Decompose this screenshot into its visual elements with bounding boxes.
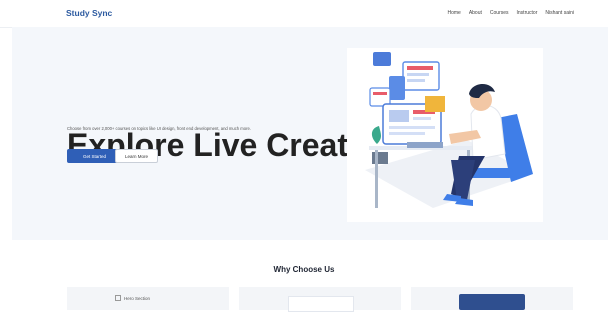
nav-link-home[interactable]: Home xyxy=(447,10,460,16)
person-at-computer-illustration xyxy=(365,52,533,208)
broken-image: Hero Section xyxy=(115,295,150,301)
brand-logo[interactable]: Study Sync xyxy=(66,8,112,18)
top-navbar: Study Sync Home About Courses Instructor… xyxy=(0,0,608,28)
nav-link-about[interactable]: About xyxy=(469,10,482,16)
why-choose-us-title: Why Choose Us xyxy=(273,265,335,274)
nav-link-profile[interactable]: Nishant saini xyxy=(545,10,574,16)
hero-subtitle: Choose from over 2,000+ courses on topic… xyxy=(67,126,252,131)
learn-more-button[interactable]: Learn More xyxy=(115,149,158,163)
get-started-button[interactable]: Get Started xyxy=(67,149,122,163)
feature-thumbnail xyxy=(459,294,525,310)
feature-card-2 xyxy=(239,287,401,312)
image-alt-text: Hero Section xyxy=(124,295,151,301)
nav-link-courses[interactable]: Courses xyxy=(490,10,509,16)
nav-links: Home About Courses Instructor Nishant sa… xyxy=(447,10,574,16)
feature-card-3 xyxy=(411,287,573,310)
nav-link-instructor[interactable]: Instructor xyxy=(517,10,538,16)
image-placeholder-icon xyxy=(115,295,121,301)
hero-illustration xyxy=(347,48,543,222)
feature-card-1: Hero Section xyxy=(67,287,229,310)
